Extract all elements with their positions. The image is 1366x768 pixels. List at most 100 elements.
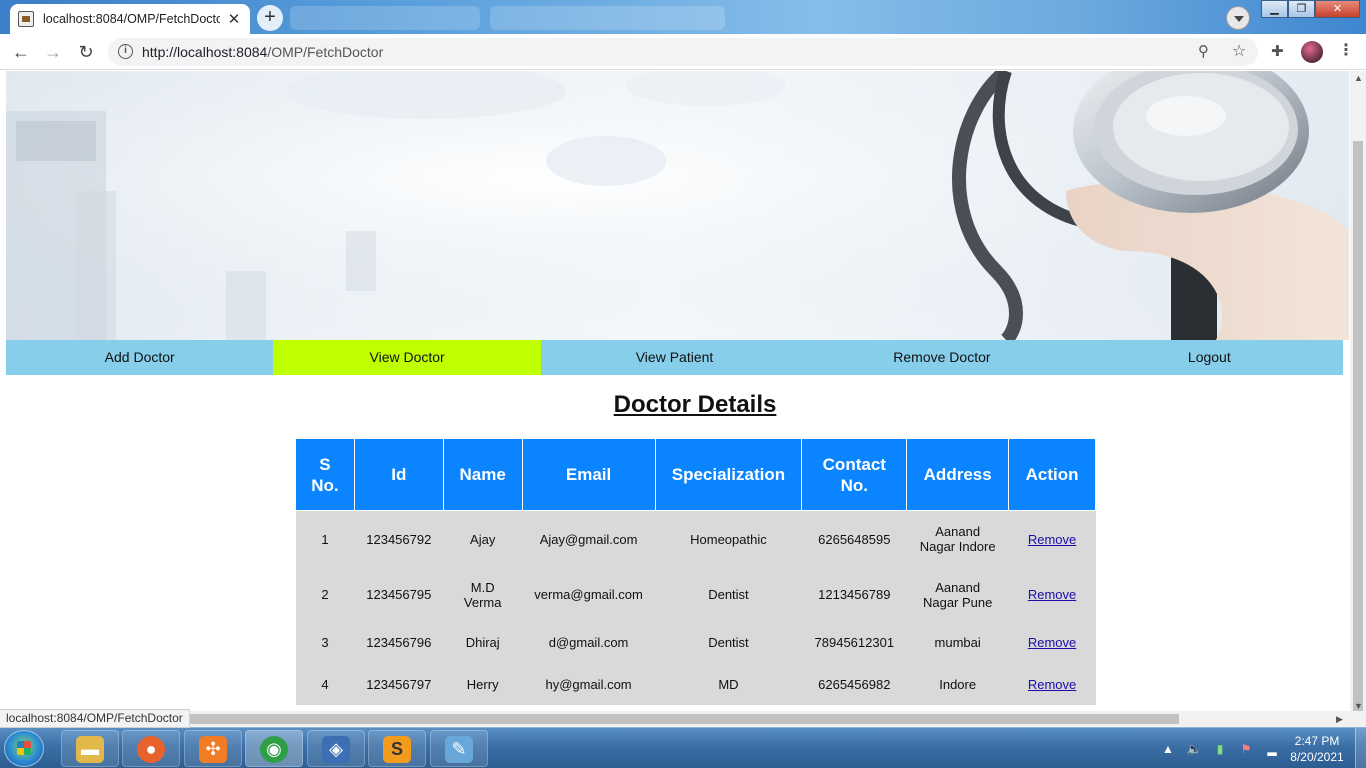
vertical-scroll-thumb[interactable] — [1353, 141, 1363, 711]
chrome-icon: ◉ — [260, 736, 288, 763]
cell-id: 123456792 — [354, 510, 444, 568]
name-text: Verma — [463, 594, 502, 610]
extensions-icon[interactable]: ✚ — [1271, 42, 1284, 60]
cell-specialization: Homeopathic — [655, 510, 802, 568]
cell-contact: 1213456789 — [801, 567, 907, 622]
cell-email: d@gmail.com — [522, 621, 656, 664]
remove-link[interactable]: Remove — [1028, 532, 1076, 547]
cell-specialization: Dentist — [655, 621, 802, 664]
close-window-button[interactable]: ✕ — [1315, 0, 1360, 18]
scroll-right-arrow-icon[interactable]: ▶ — [1336, 711, 1343, 727]
column-header-email: Email — [521, 438, 656, 511]
show-desktop-button[interactable] — [1355, 728, 1366, 768]
cell-email: hy@gmail.com — [522, 663, 656, 705]
header-text: Specialization — [671, 465, 786, 484]
horizontal-scrollbar[interactable]: ▶ — [0, 711, 1350, 727]
main-nav: Add Doctor View Doctor View Patient Remo… — [6, 340, 1343, 375]
virtualbox-icon: ◈ — [322, 736, 350, 763]
cell-contact: 6265648595 — [801, 510, 907, 568]
horizontal-scroll-thumb[interactable] — [186, 714, 1179, 724]
header-text: Action — [1025, 465, 1079, 484]
nav-logout[interactable]: Logout — [1076, 340, 1343, 375]
maximize-button[interactable]: ❐ — [1288, 0, 1315, 18]
profile-avatar[interactable] — [1301, 41, 1323, 63]
cell-email: verma@gmail.com — [522, 567, 656, 622]
url-text[interactable]: http://localhost:8084/OMP/FetchDoctor — [142, 44, 383, 60]
network-alert-icon[interactable]: ⚑ — [1238, 741, 1254, 757]
column-header-name: Name — [442, 438, 523, 511]
cell-address: mumbai — [906, 621, 1009, 664]
cell-sno: 3 — [295, 621, 355, 664]
cell-address: Aanand Nagar Pune — [906, 567, 1009, 622]
page-title: Doctor Details — [613, 391, 777, 418]
taskbar-xampp[interactable]: ✣ — [184, 730, 242, 767]
browser-tab-active[interactable]: localhost:8084/OMP/FetchDoctor ✕ — [10, 4, 250, 34]
taskbar-file-explorer[interactable]: ▬ — [61, 730, 119, 767]
header-text: Address — [923, 465, 992, 484]
table-row: 4 123456797 Herry hy@gmail.com MD 626545… — [295, 663, 1096, 705]
nav-view-patient[interactable]: View Patient — [541, 340, 808, 375]
column-header-id: Id — [353, 438, 444, 511]
browser-titlebar: localhost:8084/OMP/FetchDoctor ✕ + ▁ ❐ ✕ — [0, 0, 1366, 34]
doctor-details-table: S No. Id Name Email Specialization Contac… — [295, 438, 1096, 705]
taskbar-sublime-text[interactable]: S — [368, 730, 426, 767]
cell-contact: 78945612301 — [801, 621, 907, 664]
back-arrow-icon[interactable]: ← — [9, 40, 33, 64]
remove-link[interactable]: Remove — [1028, 677, 1076, 692]
cell-name: M.D Verma — [443, 567, 523, 622]
taskbar-virtualbox[interactable]: ◈ — [307, 730, 365, 767]
bookmark-star-icon[interactable]: ☆ — [1232, 41, 1246, 61]
header-text: Id — [391, 465, 407, 484]
browser-menu-icon[interactable]: ⋮ — [1338, 40, 1354, 60]
taskbar-chrome[interactable]: ◉ — [245, 730, 303, 767]
cell-action: Remove — [1008, 567, 1096, 622]
firefox-icon: ● — [137, 736, 165, 763]
vertical-scrollbar[interactable]: ▲ ▼ — [1350, 71, 1366, 727]
site-info-icon[interactable]: i — [118, 44, 133, 59]
name-text: Dhiraj — [465, 635, 500, 650]
name-text: Ajay — [470, 531, 496, 547]
sublime-text-icon: S — [383, 736, 411, 763]
volume-muted-icon[interactable]: 🔈 — [1186, 741, 1202, 757]
scroll-up-arrow-icon[interactable]: ▲ — [1354, 73, 1363, 83]
tab-search-icon[interactable] — [1226, 6, 1250, 30]
tab-title: localhost:8084/OMP/FetchDoctor — [43, 12, 220, 26]
new-tab-button[interactable]: + — [257, 5, 283, 31]
show-hidden-icons-icon[interactable]: ▲ — [1160, 741, 1176, 757]
zoom-icon[interactable]: ⚲ — [1198, 42, 1209, 60]
cell-id: 123456795 — [354, 567, 444, 622]
forward-arrow-icon[interactable]: → — [41, 40, 65, 64]
taskbar-paint[interactable]: ✎ — [430, 730, 488, 767]
taskbar-firefox[interactable]: ● — [122, 730, 180, 767]
address-bar[interactable]: i http://localhost:8084/OMP/FetchDoctor … — [108, 38, 1258, 66]
cell-address: Aanand Nagar Indore — [906, 510, 1009, 568]
start-button[interactable] — [4, 730, 44, 767]
url-path: /OMP/FetchDoctor — [267, 44, 384, 60]
background-tab[interactable] — [290, 6, 480, 30]
table-row: 2 123456795 M.D Verma verma@gmail.com Den… — [295, 567, 1096, 622]
nav-add-doctor[interactable]: Add Doctor — [6, 340, 273, 375]
reload-icon[interactable]: ↻ — [74, 40, 98, 64]
column-header-sno: S No. — [295, 438, 355, 511]
header-text: Contact — [822, 454, 886, 474]
tab-close-icon[interactable]: ✕ — [226, 10, 242, 28]
signal-bars-icon[interactable]: ▮ — [1212, 741, 1228, 757]
remove-link[interactable]: Remove — [1028, 587, 1076, 602]
minimize-button[interactable]: ▁ — [1261, 0, 1288, 18]
column-header-specialization: Specialization — [654, 438, 803, 511]
background-tab[interactable] — [490, 6, 725, 30]
nav-view-doctor[interactable]: View Doctor — [273, 340, 541, 375]
xampp-icon: ✣ — [199, 736, 227, 763]
nav-remove-doctor[interactable]: Remove Doctor — [808, 340, 1075, 375]
wifi-icon[interactable]: ▂ — [1264, 741, 1280, 757]
system-clock[interactable]: 2:47 PM 8/20/2021 — [1284, 733, 1350, 765]
cell-sno: 1 — [295, 510, 355, 568]
cell-sno: 2 — [295, 567, 355, 622]
remove-link[interactable]: Remove — [1028, 635, 1076, 650]
cell-address: Indore — [906, 663, 1009, 705]
scroll-down-arrow-icon[interactable]: ▼ — [1354, 701, 1363, 711]
cell-name: Dhiraj — [443, 621, 523, 664]
cell-id: 123456796 — [354, 621, 444, 664]
header-text: Name — [459, 465, 506, 484]
table-row: 1 123456792 Ajay Ajay@gmail.com Homeopat… — [295, 510, 1096, 568]
